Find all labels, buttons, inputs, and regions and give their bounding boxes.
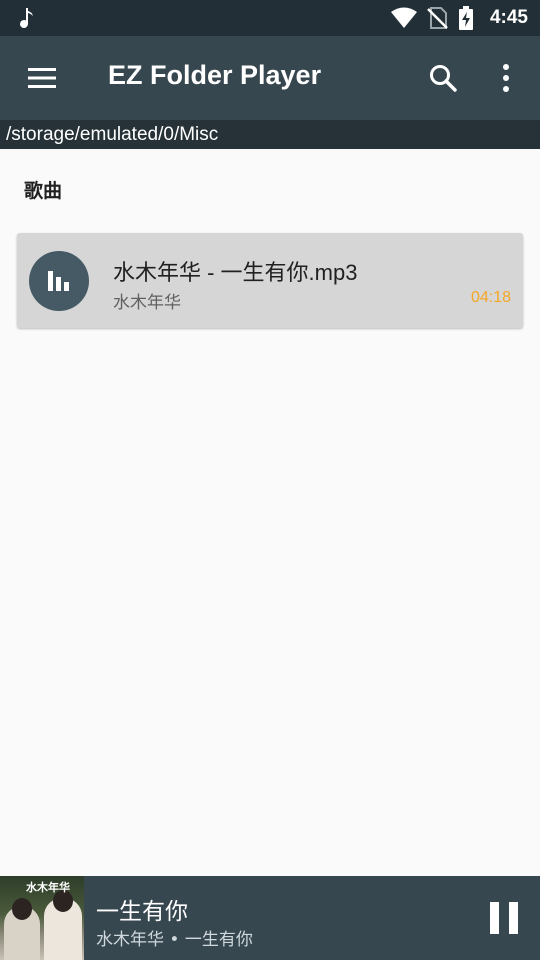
status-bar: 4:45 xyxy=(0,0,540,36)
battery-charging-icon xyxy=(459,6,473,30)
equalizer-icon xyxy=(48,271,69,291)
app-toolbar: EZ Folder Player xyxy=(0,36,540,120)
music-note-icon xyxy=(20,8,33,28)
folder-path: /storage/emulated/0/Misc xyxy=(0,120,540,149)
wifi-icon xyxy=(391,7,417,28)
song-artist: 水木年华 xyxy=(113,293,181,313)
now-playing-bar[interactable]: 水木年华 一生有你 水木年华 • 一生有你 xyxy=(0,876,540,960)
search-icon[interactable] xyxy=(428,63,458,93)
album-cover: 水木年华 xyxy=(0,876,84,960)
status-time: 4:45 xyxy=(489,7,528,28)
song-art xyxy=(29,251,89,311)
now-playing-title: 一生有你 xyxy=(96,899,188,925)
now-playing-subtitle: 水木年华 • 一生有你 xyxy=(96,930,253,950)
song-list-item[interactable]: 水木年华 - 一生有你.mp3 水木年华 04:18 xyxy=(17,233,523,328)
pause-icon[interactable] xyxy=(488,900,520,936)
cover-text: 水木年华 xyxy=(26,881,70,894)
more-vert-icon[interactable] xyxy=(496,62,516,94)
song-duration: 04:18 xyxy=(470,289,511,306)
section-title: 歌曲 xyxy=(24,180,63,202)
app-title: EZ Folder Player xyxy=(108,60,322,90)
no-sim-icon xyxy=(427,7,448,29)
song-name: 水木年华 - 一生有你.mp3 xyxy=(113,260,358,285)
menu-icon[interactable] xyxy=(28,67,56,89)
